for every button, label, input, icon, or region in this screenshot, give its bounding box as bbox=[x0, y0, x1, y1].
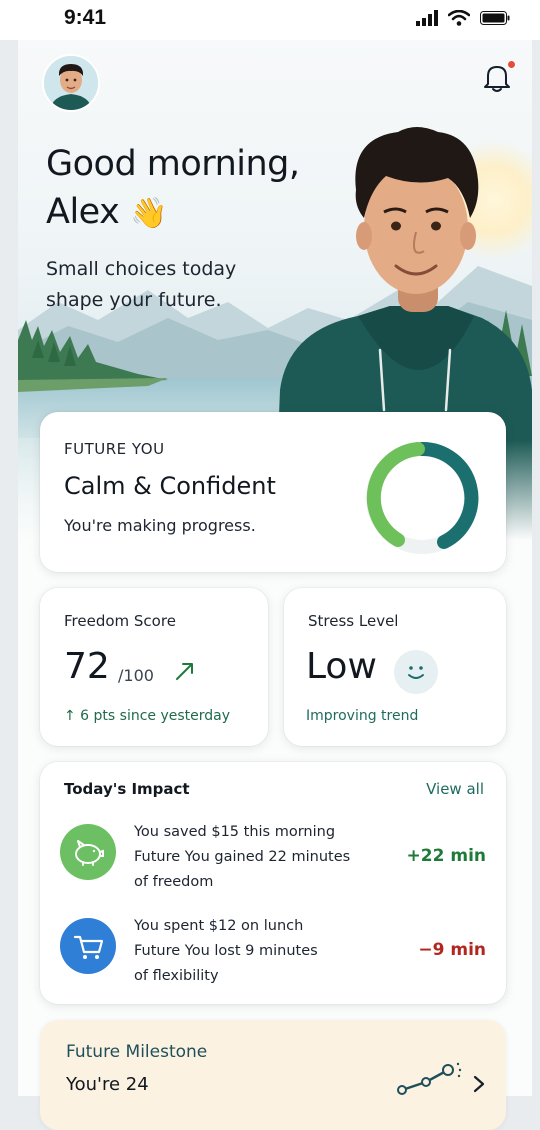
greeting-line: Good morning, bbox=[46, 144, 300, 184]
freedom-score-label: Freedom Score bbox=[64, 612, 176, 630]
milestone-label: Future Milestone bbox=[66, 1042, 208, 1062]
stress-level-value: Low bbox=[306, 646, 377, 687]
future-you-label: FUTURE YOU bbox=[64, 440, 165, 458]
freedom-score-delta: ↑ 6 pts since yesterday bbox=[64, 708, 231, 724]
notification-dot bbox=[507, 60, 516, 69]
future-you-card[interactable]: FUTURE YOU Calm & Confident You're makin… bbox=[40, 412, 506, 572]
wifi-icon bbox=[448, 10, 470, 26]
avatar[interactable] bbox=[42, 54, 100, 112]
view-all-link[interactable]: View all bbox=[426, 780, 484, 798]
stress-level-trend: Improving trend bbox=[306, 708, 419, 724]
avatar-image bbox=[44, 56, 98, 110]
greeting-subtitle: Small choices today shape your future. bbox=[46, 258, 237, 311]
milestone-value: You're 24 bbox=[66, 1074, 149, 1095]
shopping-cart-icon bbox=[60, 918, 116, 974]
progress-ring bbox=[366, 441, 479, 554]
freedom-score-max: /100 bbox=[118, 666, 154, 685]
impact-line: You saved $15 this morning bbox=[134, 824, 336, 840]
freedom-score-card[interactable]: Freedom Score 72 /100 ↑ 6 pts since yest… bbox=[40, 588, 268, 746]
impact-text: You spent $12 on lunch Future You lost 9… bbox=[134, 914, 384, 989]
impact-delta-positive: +22 min bbox=[406, 846, 486, 866]
impact-text: You saved $15 this morning Future You ga… bbox=[134, 820, 384, 895]
impact-line: of freedom bbox=[134, 874, 214, 890]
piggy-bank-icon bbox=[60, 824, 116, 880]
freedom-score-value: 72 bbox=[64, 646, 110, 687]
greeting-name-line: Alex 👋 bbox=[46, 188, 300, 238]
status-bar: 9:41 bbox=[0, 0, 540, 40]
chevron-right-icon[interactable] bbox=[472, 1074, 486, 1094]
trend-up-icon bbox=[176, 663, 193, 680]
stress-level-card[interactable]: Stress Level Low Improving trend bbox=[284, 588, 506, 746]
future-milestone-card[interactable]: Future Milestone You're 24 bbox=[40, 1020, 506, 1130]
smiley-icon bbox=[394, 650, 438, 694]
signal-icon bbox=[416, 10, 438, 26]
status-time: 9:41 bbox=[64, 6, 107, 29]
future-you-subtitle: You're making progress. bbox=[64, 516, 256, 535]
greeting: Good morning, Alex 👋 bbox=[46, 140, 300, 238]
wave-emoji: 👋 bbox=[129, 196, 167, 231]
growth-graph-icon bbox=[397, 1062, 462, 1095]
future-you-title: Calm & Confident bbox=[64, 472, 276, 500]
impact-delta-negative: −9 min bbox=[418, 940, 486, 960]
todays-impact-title: Today's Impact bbox=[64, 780, 190, 798]
status-icons bbox=[416, 10, 510, 26]
user-name: Alex bbox=[46, 192, 120, 232]
stress-level-label: Stress Level bbox=[308, 612, 399, 630]
battery-icon bbox=[480, 11, 510, 25]
impact-line: Future You lost 9 minutes bbox=[134, 943, 318, 959]
todays-impact-card: Today's Impact View all You saved $15 th… bbox=[40, 762, 506, 1004]
impact-line: You spent $12 on lunch bbox=[134, 918, 304, 934]
impact-line: Future You gained 22 minutes bbox=[134, 849, 351, 865]
impact-line: of flexibility bbox=[134, 968, 219, 984]
